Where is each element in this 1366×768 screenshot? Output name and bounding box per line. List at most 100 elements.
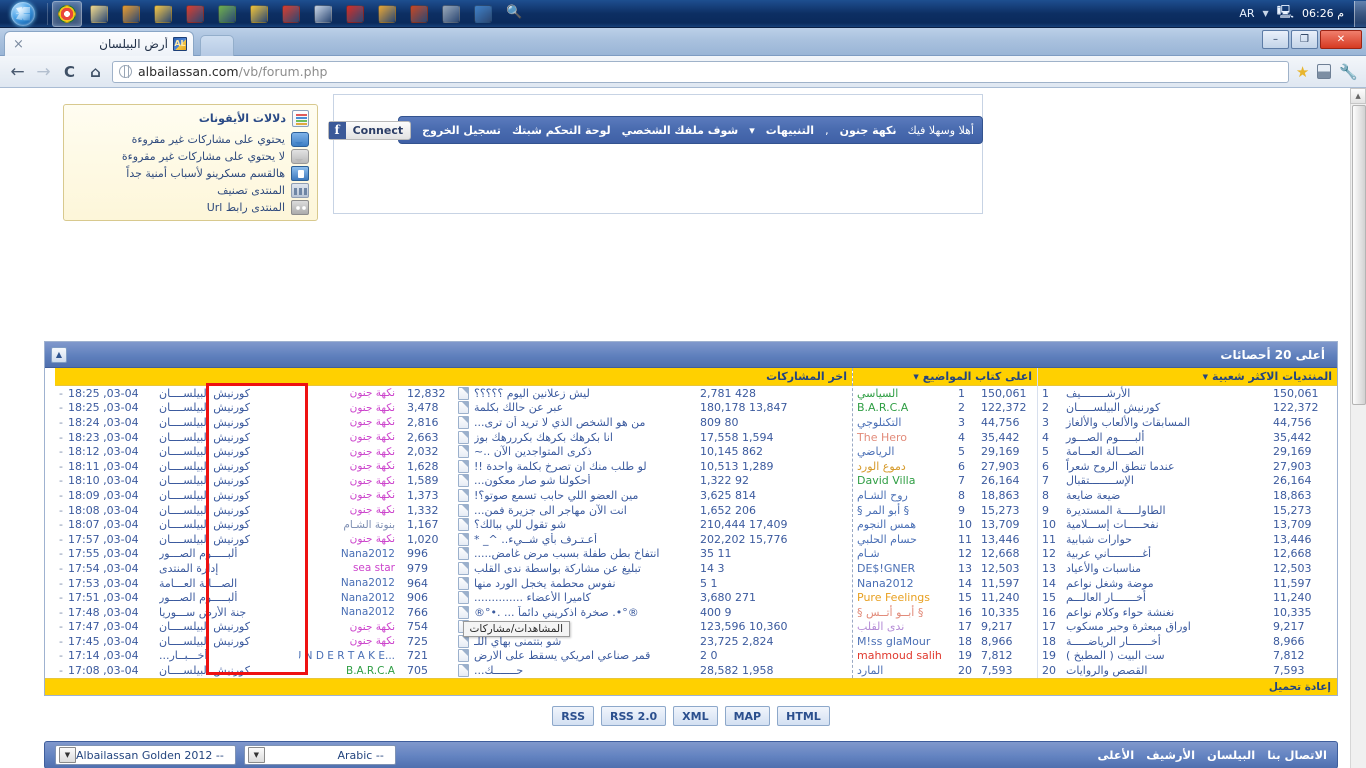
language-select[interactable]: ▼ Arabic -- [243, 745, 396, 765]
post-forum-link[interactable]: كورنيش البيلســــان [159, 620, 295, 633]
navbar-link-6[interactable]: لوحة التحكم شبتك [512, 124, 611, 137]
post-author-link[interactable]: نكهة جنون [350, 431, 395, 443]
bottom-link-1[interactable]: البيلسان [1207, 748, 1255, 762]
forum-name-link[interactable]: كورنيش البيلســـــان [1064, 401, 1268, 414]
browser-tab[interactable]: AL أرض البيلسان × [4, 31, 194, 56]
sort-arrow-icon[interactable]: ▼ [913, 373, 918, 381]
chevron-down-icon[interactable]: ▼ [1262, 9, 1268, 18]
post-forum-link[interactable]: كورنيش البيلســــان [159, 664, 295, 677]
tray-clock[interactable]: 06:26 م [1302, 7, 1344, 20]
address-bar[interactable]: albailassan.com/vb/forum.php [112, 60, 1289, 83]
poster-name-link[interactable]: دموع الورد [857, 460, 952, 473]
post-forum-link[interactable]: كورنيش البيلســــان [159, 445, 295, 458]
minimize-button[interactable]: – [1262, 30, 1289, 49]
forum-name-link[interactable]: ألبـــــوم الصـــور [1064, 431, 1268, 444]
style-select[interactable]: ▼ Albailassan Golden 2012 -- [55, 745, 236, 765]
poster-name-link[interactable]: حسام الحلبي [857, 533, 952, 546]
locator-icon[interactable] [148, 1, 178, 27]
feed-button-rss[interactable]: RSS [552, 706, 595, 726]
thread-title-link[interactable]: نفوس محطمة يخجل الورد منها [474, 577, 695, 590]
poster-name-link[interactable]: M!ss glaMour [857, 635, 952, 648]
post-forum-link[interactable]: كورنيش البيلســــان [159, 416, 295, 429]
thread-title-link[interactable]: ليش زعلانين اليوم ؟؟؟؟؟ [474, 387, 695, 400]
poster-name-link[interactable]: التكنلوجي [857, 416, 952, 429]
network-icon[interactable] [212, 1, 242, 27]
poster-name-link[interactable]: B.A.R.C.A [857, 401, 952, 414]
thread-title-link[interactable]: من هو الشخص الذي لا تريد أن ترى... [474, 416, 695, 429]
navbar-link-5[interactable]: شوف ملفك الشخصي [622, 124, 739, 137]
scrollbar-thumb[interactable] [1352, 105, 1366, 405]
post-forum-link[interactable]: كورنيش البيلســــان [159, 474, 295, 487]
forum-name-link[interactable]: ست البيت ( المطبخ ) [1064, 649, 1268, 662]
explorer-icon[interactable] [84, 1, 114, 27]
poster-name-link[interactable]: The Hero [857, 431, 952, 444]
post-forum-link[interactable]: إدارة المنتدى [159, 562, 295, 575]
thread-title-link[interactable]: شو تقول للي ببالك؟ [474, 518, 695, 531]
thread-title-link[interactable]: حـــــــك... [474, 664, 695, 677]
search-icon[interactable]: 🔍 [500, 1, 530, 27]
home-button[interactable]: ⌂ [86, 63, 105, 81]
facebook-connect-button[interactable]: f Connect [327, 120, 412, 140]
tab-close-icon[interactable]: × [11, 37, 26, 52]
forum-name-link[interactable]: الصـــالة العـــامة [1064, 445, 1268, 458]
forum-name-link[interactable]: نغنشة حواء وكلام نواعم [1064, 606, 1268, 619]
forum-name-link[interactable]: ضيعة ضايعة [1064, 489, 1268, 502]
thread-title-link[interactable]: ®°•. صخرة اذكريني دائماً ... .•°® [474, 606, 695, 619]
post-author-link[interactable]: sea star [353, 562, 395, 574]
poster-name-link[interactable]: § أبــو أتــس § [857, 606, 952, 619]
poster-name-link[interactable]: mahmoud salih [857, 649, 952, 662]
map-marker-icon[interactable] [468, 1, 498, 27]
navbar-link-3[interactable]: التنبيهات [766, 124, 814, 137]
feed-button-xml[interactable]: XML [673, 706, 718, 726]
disc-icon[interactable] [436, 1, 466, 27]
forward-button[interactable]: → [34, 62, 53, 82]
chevron-down-icon[interactable]: ▼ [59, 747, 76, 763]
page-scrollbar[interactable]: ▲ [1350, 88, 1366, 768]
poster-name-link[interactable]: David Villa [857, 474, 952, 487]
thread-title-link[interactable]: لو طلب منك ان تصرخ بكلمة واحدة !! [474, 460, 695, 473]
post-author-link[interactable]: نكهة جنون [350, 446, 395, 458]
poster-name-link[interactable]: ندى القلب [857, 620, 952, 633]
post-author-link[interactable]: بنوتة الشـام [343, 519, 395, 531]
navbar-link-7[interactable]: تسجيل الخروج [422, 124, 501, 137]
feed-button-map[interactable]: MAP [724, 706, 771, 726]
media-player-icon[interactable] [116, 1, 146, 27]
bottom-link-3[interactable]: الأعلى [1097, 748, 1134, 762]
navbar-link-1[interactable]: نكهة جنون [840, 124, 897, 137]
forum-name-link[interactable]: اوراق مبعثرة وحبر مسكوب [1064, 620, 1268, 633]
language-indicator[interactable]: AR [1239, 7, 1254, 20]
music-icon[interactable] [404, 1, 434, 27]
show-desktop-button[interactable] [1354, 0, 1366, 27]
thread-title-link[interactable]: قمر صناعي امريكي يسقط على الارض [474, 649, 695, 662]
post-forum-link[interactable]: كورنيش البيلســــان [159, 518, 295, 531]
reload-stats-link[interactable]: إعادة تحميل [1269, 681, 1331, 693]
forum-name-link[interactable]: القصص والروايات [1064, 664, 1268, 677]
post-author-link[interactable]: نكهة جنون [350, 635, 395, 647]
poster-name-link[interactable]: § أبو المر § [857, 504, 952, 517]
post-author-link[interactable]: نكهة جنون [350, 460, 395, 472]
post-author-link[interactable]: نكهة جنون [350, 416, 395, 428]
poster-name-link[interactable]: شـام [857, 547, 952, 560]
collapse-icon[interactable]: ▲ [51, 346, 67, 363]
poster-name-link[interactable]: المارد [857, 664, 952, 677]
forum-name-link[interactable]: الطاولـــــة المستديرة [1064, 504, 1268, 517]
restore-button[interactable]: ❐ [1291, 30, 1318, 49]
stats-panel-footer[interactable]: إعادة تحميل [45, 677, 1337, 695]
post-forum-link[interactable]: كورنيش البيلســــان [159, 387, 295, 400]
post-forum-link[interactable]: جنة الأرض ســـوريا [159, 606, 295, 619]
utility-icon[interactable] [372, 1, 402, 27]
post-author-link[interactable]: نكهة جنون [350, 402, 395, 414]
forum-name-link[interactable]: نفحـــــات إســـلامية [1064, 518, 1268, 531]
post-author-link[interactable]: ...U N D E R T A K E [294, 650, 395, 662]
poster-name-link[interactable]: السياسي [857, 387, 952, 400]
chrome-icon[interactable] [52, 0, 82, 27]
sort-arrow-icon[interactable]: ▼ [1203, 373, 1208, 381]
smiley-icon[interactable] [244, 1, 274, 27]
post-author-link[interactable]: Nana2012 [341, 577, 395, 589]
thread-title-link[interactable]: أحكولنا شو صار معكون... [474, 474, 695, 487]
post-author-link[interactable]: B.A.R.C.A [346, 665, 395, 677]
chevron-down-icon[interactable]: ▼ [247, 747, 265, 763]
acrobat-icon[interactable] [340, 1, 370, 27]
poster-name-link[interactable]: روح الشـام [857, 489, 952, 502]
thread-title-link[interactable]: انا بكرهك بكرهك بكرررهك بوز [474, 431, 695, 444]
